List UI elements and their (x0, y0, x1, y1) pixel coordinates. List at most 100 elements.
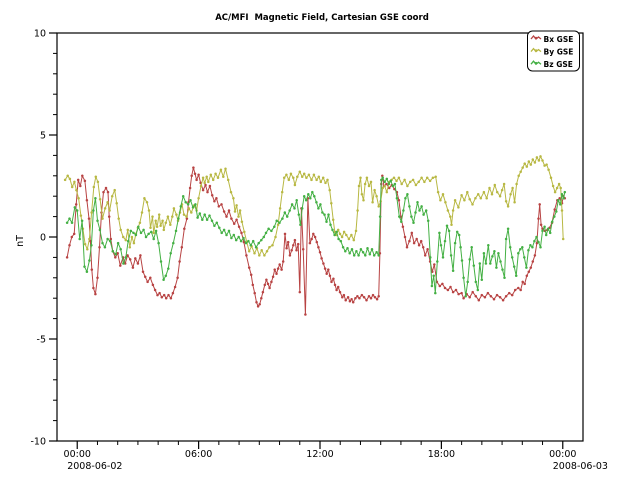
data-point-marker (511, 294, 514, 297)
data-point-marker (302, 248, 305, 251)
data-point-marker (74, 206, 77, 209)
data-point-marker (365, 299, 368, 302)
data-point-marker (278, 221, 281, 224)
data-point-marker (481, 294, 484, 297)
data-point-marker (505, 295, 508, 298)
data-point-marker (318, 176, 321, 179)
data-point-marker (266, 250, 269, 253)
data-point-marker (129, 258, 132, 261)
data-point-marker (508, 292, 511, 295)
data-point-marker (237, 215, 240, 218)
data-point-marker (380, 179, 383, 182)
data-point-marker (432, 177, 435, 180)
data-point-marker (192, 206, 195, 209)
data-point-marker (263, 236, 266, 239)
data-point-marker (268, 287, 271, 290)
data-point-marker (496, 294, 499, 297)
data-point-marker (541, 159, 544, 162)
data-point-marker (255, 301, 258, 304)
data-point-marker (77, 179, 80, 182)
data-point-marker (434, 176, 437, 179)
data-point-marker (369, 253, 372, 256)
data-point-marker (282, 260, 285, 263)
data-point-marker (461, 259, 464, 262)
data-point-marker (519, 289, 522, 292)
data-point-marker (355, 250, 358, 253)
data-point-marker (536, 156, 539, 159)
data-point-marker (517, 252, 520, 255)
data-point-marker (132, 232, 135, 235)
data-point-marker (411, 232, 414, 235)
data-point-marker (373, 254, 376, 257)
data-point-marker (374, 296, 377, 299)
data-point-marker (359, 177, 362, 180)
data-point-marker (140, 232, 143, 235)
data-point-marker (165, 297, 168, 300)
data-point-marker (263, 254, 266, 257)
data-point-marker (260, 239, 263, 242)
data-point-marker (203, 182, 206, 185)
data-point-marker (240, 232, 243, 235)
data-point-marker (93, 186, 96, 189)
data-point-marker (322, 177, 325, 180)
data-point-marker (287, 241, 290, 244)
data-point-marker (71, 186, 74, 189)
data-point-marker (454, 199, 457, 202)
data-point-marker (183, 228, 186, 231)
data-point-marker (194, 173, 197, 176)
data-point-marker (408, 205, 411, 208)
data-point-marker (271, 244, 274, 247)
data-point-marker (114, 253, 117, 256)
data-point-marker (145, 236, 148, 239)
data-point-marker (470, 246, 473, 249)
data-point-marker (501, 189, 504, 192)
data-point-marker (190, 211, 193, 214)
data-point-marker (502, 299, 505, 302)
data-point-marker (210, 174, 213, 177)
y-tick-label: -10 (30, 437, 46, 448)
data-point-marker (356, 295, 359, 298)
data-point-marker (223, 210, 226, 213)
data-point-marker (316, 241, 319, 244)
data-point-marker (538, 159, 541, 162)
legend-marker-dot (535, 62, 538, 65)
data-point-marker (107, 191, 110, 194)
data-point-marker (142, 229, 145, 232)
data-point-marker (360, 248, 363, 251)
data-point-marker (122, 236, 125, 239)
data-point-marker (398, 199, 401, 202)
data-point-marker (99, 198, 102, 201)
data-point-marker (159, 225, 162, 228)
data-point-marker (195, 179, 198, 182)
data-point-marker (202, 177, 205, 180)
data-point-marker (337, 238, 340, 241)
data-point-marker (216, 221, 219, 224)
data-point-marker (83, 265, 86, 268)
data-point-marker (133, 242, 136, 245)
data-point-marker (552, 185, 555, 188)
data-point-marker (312, 233, 315, 236)
data-point-marker (314, 236, 317, 239)
data-point-marker (462, 277, 465, 280)
data-point-marker (171, 215, 174, 218)
data-point-marker (76, 209, 79, 212)
data-point-marker (432, 275, 435, 278)
data-point-marker (392, 185, 395, 188)
x-tick-date: 2008-06-03 (553, 461, 608, 472)
data-point-marker (324, 182, 327, 185)
data-point-marker (163, 294, 166, 297)
data-point-marker (258, 303, 261, 306)
data-point-marker (68, 217, 71, 220)
data-point-marker (341, 236, 344, 239)
data-point-marker (257, 305, 260, 308)
data-point-marker (418, 209, 421, 212)
data-point-marker (228, 209, 231, 212)
data-point-marker (390, 180, 393, 183)
y-tick-label: 10 (34, 29, 46, 40)
data-point-marker (211, 219, 214, 222)
data-point-marker (422, 246, 425, 249)
data-point-marker (557, 199, 560, 202)
data-point-marker (257, 242, 260, 245)
data-point-marker (564, 191, 567, 194)
data-point-marker (131, 236, 134, 239)
